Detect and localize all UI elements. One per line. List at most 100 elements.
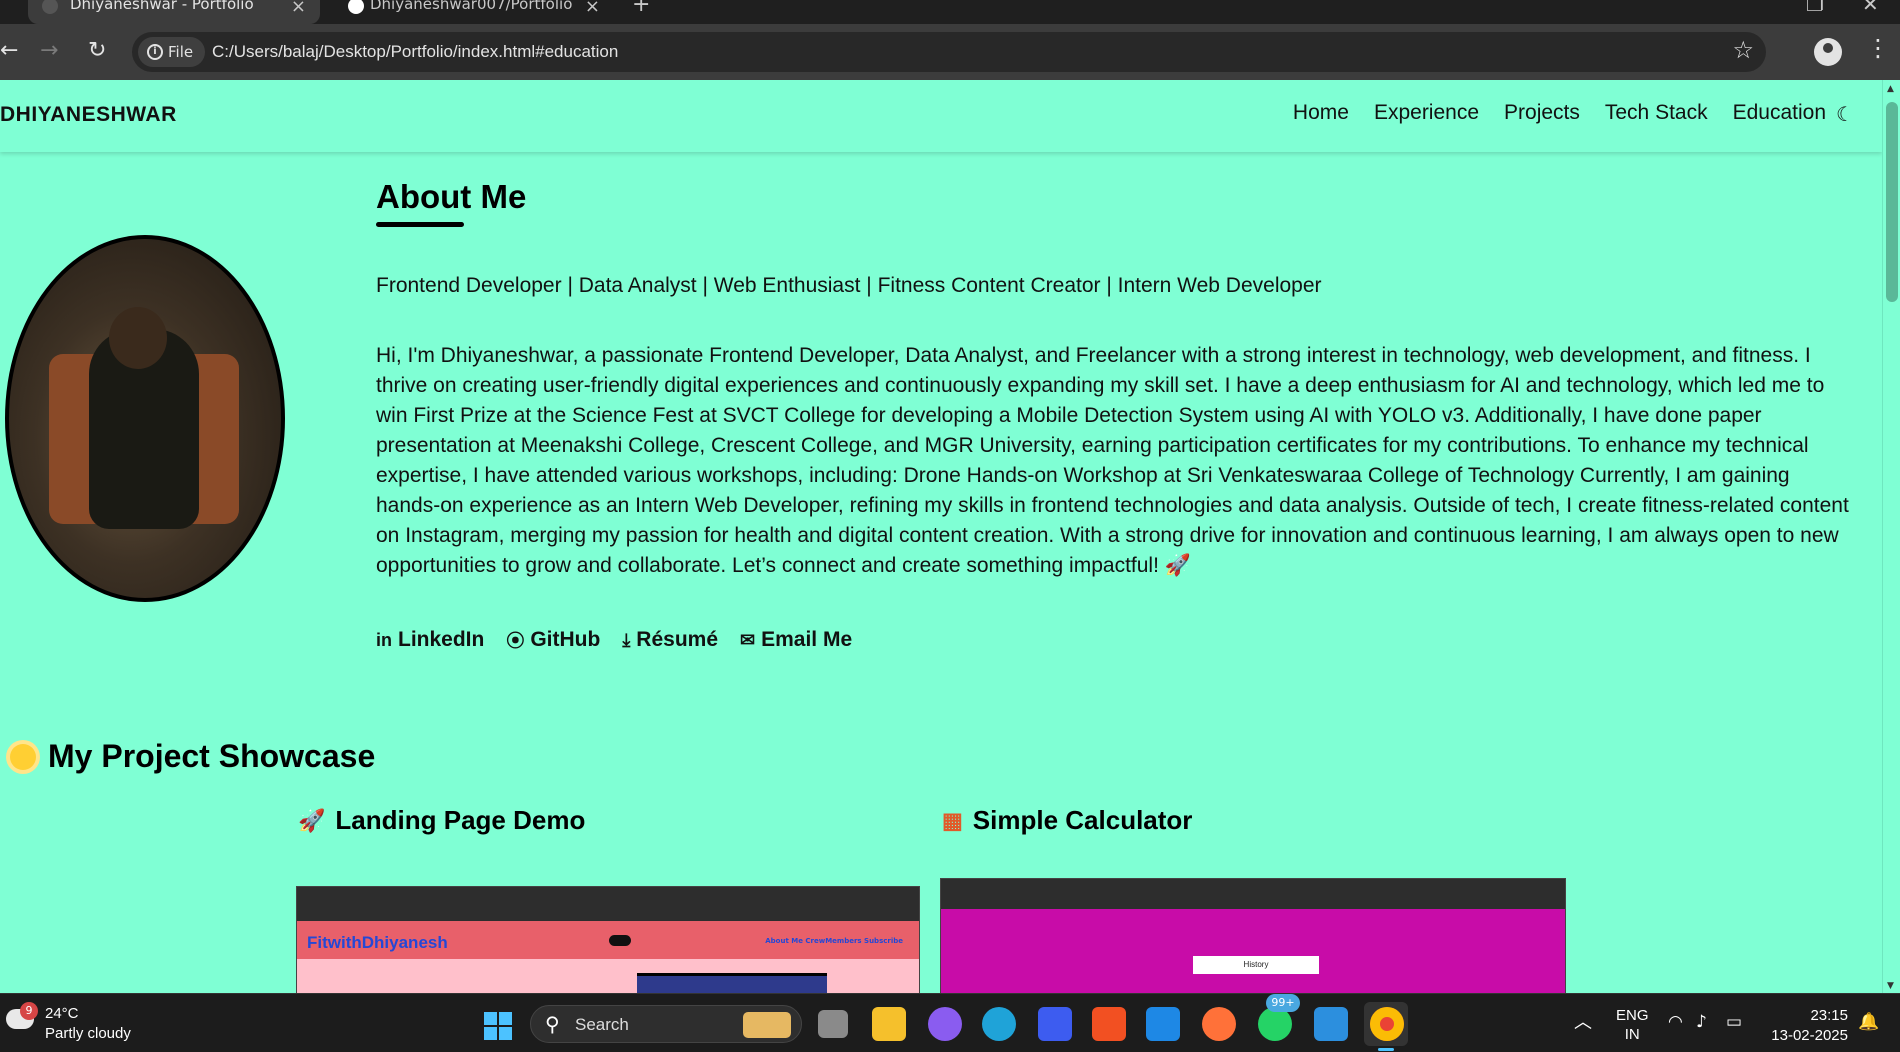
- download-icon: ⤓: [622, 629, 631, 650]
- thumb-site: FitwithDhiyanesh About Me CrewMembers Su…: [297, 921, 919, 993]
- copilot-icon[interactable]: [928, 1007, 962, 1041]
- tab-favicon-icon: [42, 0, 58, 14]
- profile-avatar-icon[interactable]: [1814, 38, 1842, 66]
- rocket-icon: 🚀: [298, 807, 326, 833]
- back-icon[interactable]: ←: [0, 36, 18, 66]
- nav-experience[interactable]: Experience: [1374, 101, 1479, 125]
- github-icon: ⦿: [506, 631, 525, 651]
- nav-tech-stack[interactable]: Tech Stack: [1605, 101, 1708, 125]
- nav-education[interactable]: Education: [1733, 101, 1826, 125]
- tab-github[interactable]: Dhiyaneshwar007/Portfolio ×: [334, 0, 614, 24]
- temperature[interactable]: 24°C: [45, 1005, 79, 1022]
- role-line: Frontend Developer | Data Analyst | Web …: [376, 274, 1322, 297]
- battery-icon[interactable]: ▭: [1726, 1012, 1742, 1032]
- weather-text[interactable]: Partly cloudy: [45, 1025, 131, 1042]
- reload-icon[interactable]: ↻: [88, 36, 106, 66]
- linkedin-icon: in: [376, 629, 392, 650]
- github-link[interactable]: ⦿ GitHub: [506, 627, 600, 653]
- project-title-text: Landing Page Demo: [335, 805, 586, 835]
- chevron-up-icon[interactable]: ︿: [1574, 1008, 1592, 1034]
- edge-icon[interactable]: [982, 1007, 1016, 1041]
- thumb-browser-bar: [297, 887, 919, 921]
- sun-icon: [10, 743, 36, 770]
- linkedin-label: LinkedIn: [398, 628, 485, 651]
- menu-kebab-icon[interactable]: ⋮: [1866, 34, 1890, 62]
- vscode-icon[interactable]: [1314, 1007, 1348, 1041]
- thumb-history-button: History: [1193, 956, 1319, 974]
- close-window-icon[interactable]: ✕: [1862, 0, 1879, 16]
- lang-code: ENG: [1616, 1007, 1649, 1024]
- search-icon: ⚲: [545, 1012, 560, 1036]
- project-title-calculator: ▦ Simple Calculator: [942, 805, 1192, 836]
- restore-window-icon[interactable]: ❐: [1806, 0, 1824, 16]
- url-text[interactable]: C:/Users/balaj/Desktop/Portfolio/index.h…: [212, 32, 618, 72]
- bookmark-star-icon[interactable]: ☆: [1732, 36, 1754, 64]
- store-icon[interactable]: [1092, 1007, 1126, 1041]
- project-title-landing: 🚀 Landing Page Demo: [298, 805, 585, 836]
- nav-links: Home Experience Projects Tech Stack Educ…: [1293, 101, 1826, 125]
- tab-close-icon[interactable]: ×: [585, 0, 600, 17]
- scrollbar-thumb[interactable]: [1886, 102, 1898, 302]
- linkedin-link[interactable]: in LinkedIn: [376, 627, 484, 653]
- resume-link[interactable]: ⤓ Résumé: [622, 627, 718, 653]
- email-link[interactable]: ✉ Email Me: [740, 627, 852, 653]
- social-links: in LinkedIn ⦿ GitHub ⤓ Résumé ✉ Email Me: [376, 627, 852, 653]
- task-view-icon[interactable]: [818, 1010, 848, 1038]
- showcase-title: My Project Showcase: [10, 738, 375, 775]
- search-label: Search: [575, 1015, 629, 1034]
- forward-icon[interactable]: →: [40, 36, 58, 66]
- chrome-icon: [1370, 1007, 1404, 1041]
- tab-close-icon[interactable]: ×: [291, 0, 306, 17]
- thumb-brand: FitwithDhiyanesh: [307, 933, 448, 952]
- project-title-text: Simple Calculator: [972, 805, 1193, 835]
- whatsapp-icon[interactable]: [1258, 1007, 1292, 1041]
- page-viewport: DHIYANESHWAR Home Experience Projects Te…: [0, 80, 1900, 993]
- page-scrollbar[interactable]: ▲ ▼: [1882, 80, 1900, 993]
- address-bar[interactable]: i File C:/Users/balaj/Desktop/Portfolio/…: [132, 32, 1766, 72]
- clock[interactable]: 23:15 13-02-2025: [1768, 1006, 1848, 1046]
- bio-text: Hi, I'm Dhiyaneshwar, a passionate Front…: [376, 344, 1849, 577]
- chip-label: File: [168, 43, 194, 61]
- thumb-hero-block: [637, 973, 827, 993]
- site-brand[interactable]: DHIYANESHWAR: [0, 103, 177, 127]
- tab-title: Dhiyaneshwar - Portfolio: [70, 0, 254, 13]
- active-indicator: [1378, 1048, 1394, 1051]
- site-navbar: DHIYANESHWAR Home Experience Projects Te…: [0, 80, 1882, 152]
- tab-title: Dhiyaneshwar007/Portfolio: [370, 0, 573, 13]
- dark-mode-moon-icon[interactable]: ☾: [1836, 102, 1854, 126]
- thumb-nav-links: About Me CrewMembers Subscribe: [765, 937, 903, 945]
- envelope-icon: ✉: [740, 629, 756, 650]
- whatsapp-badge: 99+: [1266, 994, 1300, 1012]
- scroll-up-icon[interactable]: ▲: [1887, 84, 1894, 94]
- volume-icon[interactable]: ♪: [1696, 1012, 1707, 1032]
- scroll-down-icon[interactable]: ▼: [1887, 981, 1894, 991]
- github-favicon-icon: [348, 0, 364, 14]
- site-info-chip[interactable]: i File: [138, 37, 206, 67]
- language-indicator[interactable]: ENG IN: [1616, 1006, 1649, 1044]
- tab-portfolio[interactable]: Dhiyaneshwar - Portfolio ×: [28, 0, 320, 24]
- nav-home[interactable]: Home: [1293, 101, 1349, 125]
- nav-projects[interactable]: Projects: [1504, 101, 1580, 125]
- github-label: GitHub: [530, 628, 601, 651]
- new-tab-icon[interactable]: +: [632, 0, 650, 17]
- about-title: About Me: [376, 178, 527, 215]
- clock-time: 23:15: [1810, 1007, 1848, 1024]
- resume-label: Résumé: [636, 628, 718, 651]
- wifi-icon[interactable]: ◠: [1668, 1012, 1683, 1032]
- firefox-icon[interactable]: [1202, 1007, 1236, 1041]
- notification-bell-icon[interactable]: 🔔: [1858, 1012, 1879, 1032]
- thumb-browser-bar: [941, 879, 1565, 909]
- clock-date: 13-02-2025: [1771, 1027, 1848, 1044]
- app-icon[interactable]: [1038, 1007, 1072, 1041]
- photo-head: [109, 307, 167, 369]
- widgets-icon[interactable]: [1146, 1007, 1180, 1041]
- lang-region: IN: [1624, 1026, 1640, 1043]
- showcase-title-text: My Project Showcase: [48, 738, 376, 774]
- info-icon: i: [147, 44, 163, 60]
- landing-page-screenshot[interactable]: FitwithDhiyanesh About Me CrewMembers Su…: [296, 886, 920, 993]
- thumb-toggle: [609, 935, 631, 946]
- start-icon[interactable]: [484, 1012, 512, 1040]
- calculator-screenshot[interactable]: History: [940, 878, 1566, 993]
- taskbar-search[interactable]: ⚲ Search: [530, 1005, 802, 1043]
- file-explorer-icon[interactable]: [872, 1007, 906, 1041]
